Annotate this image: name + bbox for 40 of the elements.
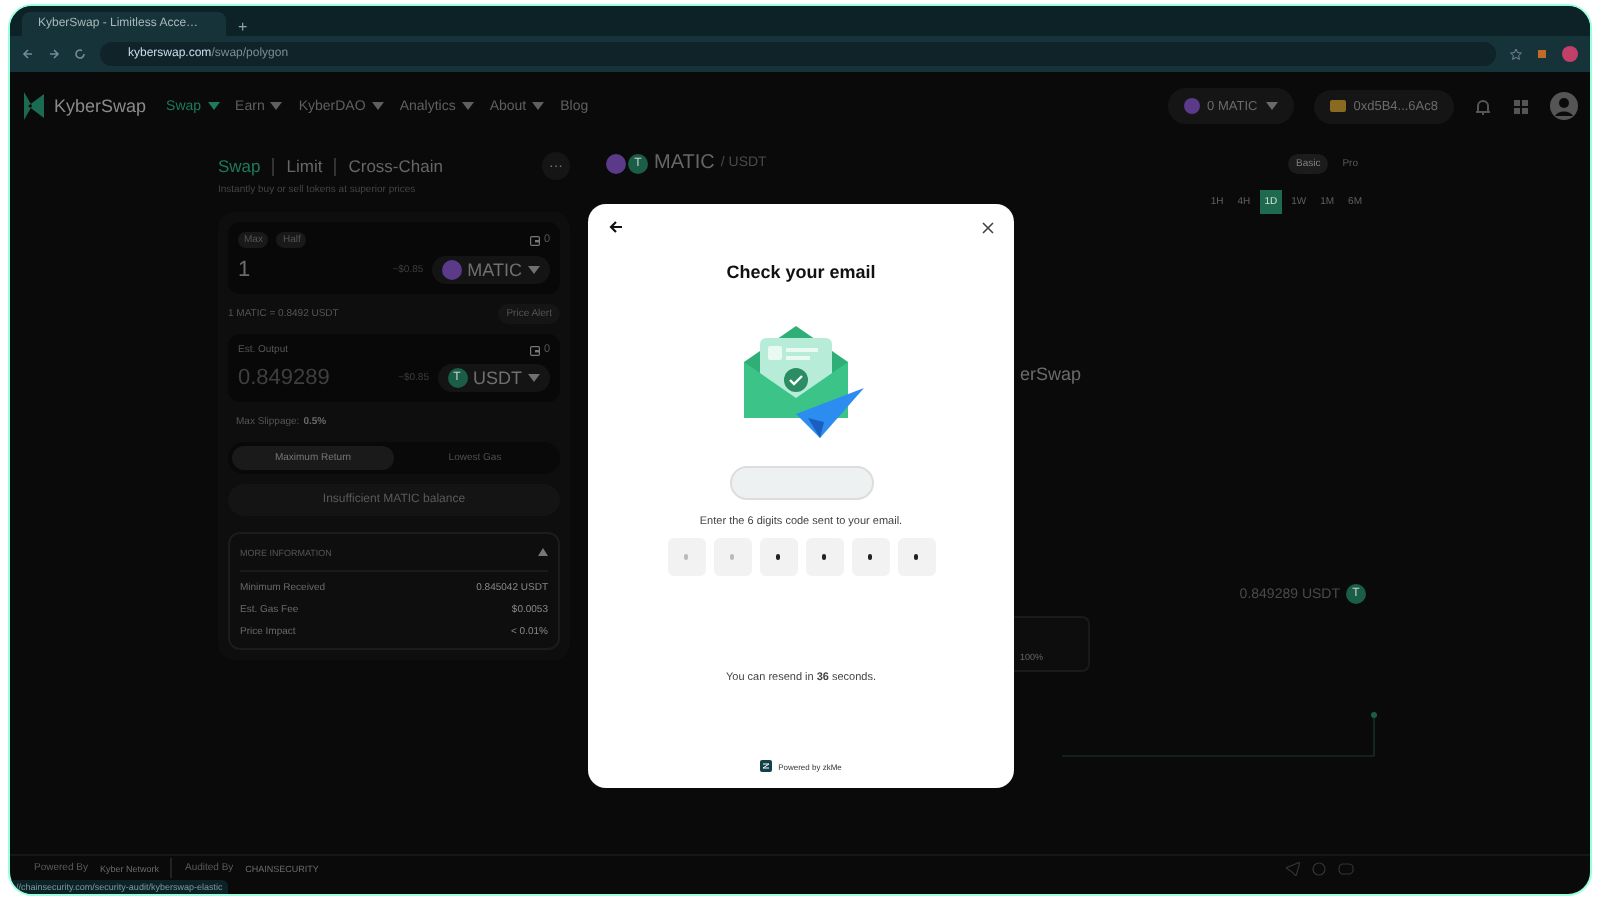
dialog-title: Check your email [726,262,876,282]
token-selector[interactable]: MATIC [431,256,550,284]
grid-icon[interactable] [1512,97,1530,115]
code-digit-field[interactable] [667,538,705,576]
collapse-icon[interactable] [538,548,548,556]
back-icon[interactable] [608,220,624,234]
code-digit-field[interactable] [851,538,889,576]
email-field[interactable] [729,466,873,500]
reload-icon[interactable] [74,48,86,60]
star-icon[interactable] [1510,48,1522,60]
code-digit-field[interactable] [897,538,935,576]
extension-icon[interactable] [1536,48,1548,60]
amount-input[interactable]: 1 [238,258,385,282]
new-tab-button[interactable]: + [238,18,248,36]
wallet-icon [529,235,540,245]
logo-text: KyberSwap [54,96,147,116]
swap-tab[interactable]: Cross-Chain [348,156,443,176]
swap-tab[interactable]: Limit [286,156,323,176]
code-digit-field[interactable] [759,538,797,576]
token-icon [1183,98,1200,114]
token-icon [441,260,462,280]
bell-icon[interactable] [1474,97,1492,115]
caret-icon [1265,102,1278,110]
close-icon[interactable] [982,221,994,233]
avatar-icon[interactable] [1550,92,1578,120]
pair-base: MATIC [654,152,715,174]
zkme-logo-icon [760,760,773,772]
code-digit-field[interactable] [805,538,843,576]
forward-icon[interactable] [48,48,60,60]
wallet-icon [1329,100,1346,112]
telegram-icon[interactable] [1286,861,1300,875]
logo-icon [22,92,46,120]
caret-icon [528,374,540,382]
token-icon [606,153,626,173]
code-digit-field[interactable] [713,538,751,576]
swap-tab[interactable]: Swap [218,156,261,176]
wallet-icon [529,345,540,355]
profile-icon[interactable] [1562,46,1578,62]
brand-text: erSwap [1020,364,1084,384]
caret-icon [528,266,540,274]
